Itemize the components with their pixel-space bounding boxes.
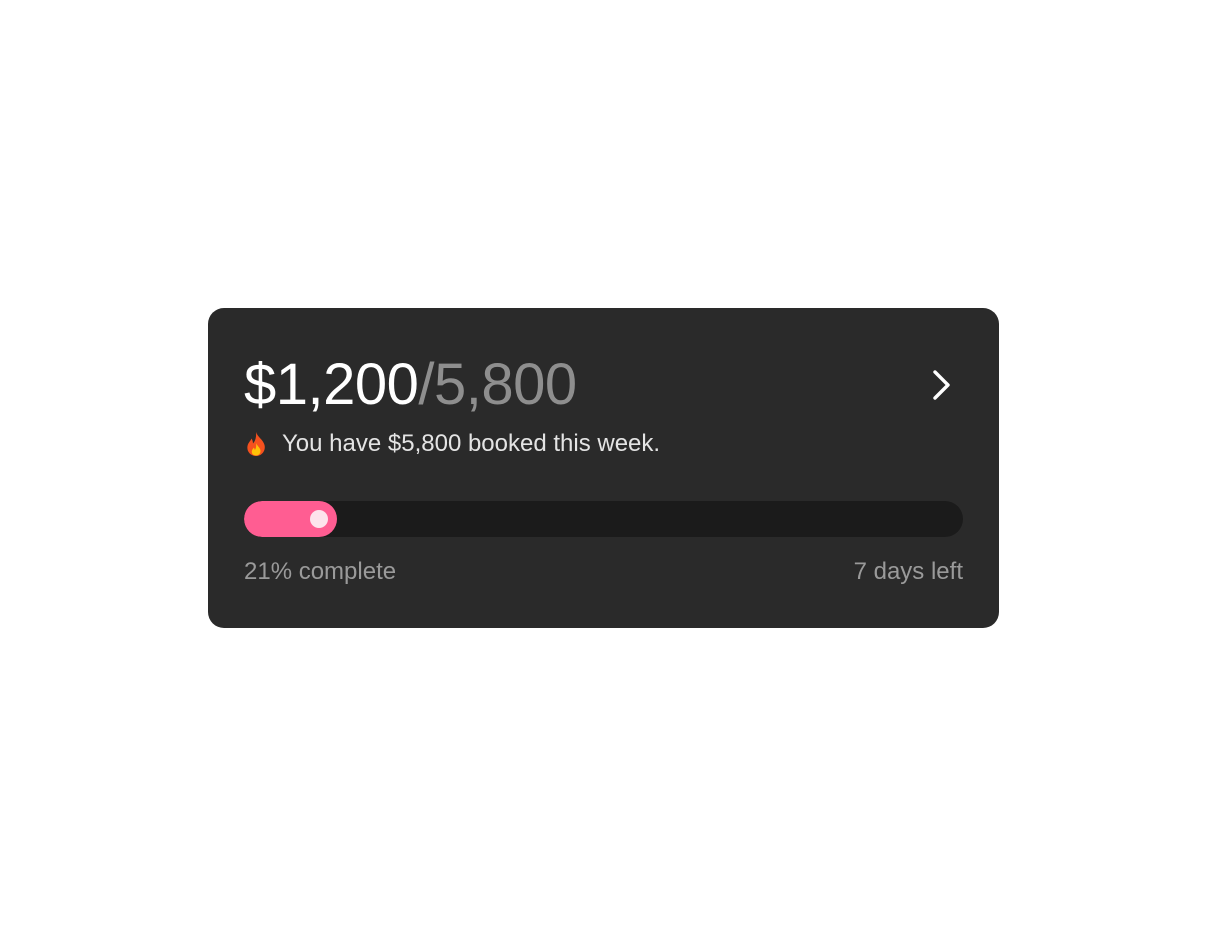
progress-track [244,501,963,537]
fire-icon [244,431,268,457]
booking-message-text: You have $5,800 booked this week. [282,430,661,457]
progress-label: 21% complete [244,558,397,585]
target-amount: 5,800 [434,352,577,417]
progress-knob [310,510,328,528]
current-amount: $1,200 [244,352,419,417]
booking-message: You have $5,800 booked this week. [244,430,660,458]
chevron-right-icon[interactable] [924,364,958,406]
page-background: $1,200/5,800 You have $5,800 booked this… [0,0,1208,936]
amount-separator: / [418,352,435,417]
time-left-label: 7 days left [853,558,963,585]
amount-summary: $1,200/5,800 [244,352,577,418]
booking-progress-card[interactable]: $1,200/5,800 You have $5,800 booked this… [208,308,999,628]
